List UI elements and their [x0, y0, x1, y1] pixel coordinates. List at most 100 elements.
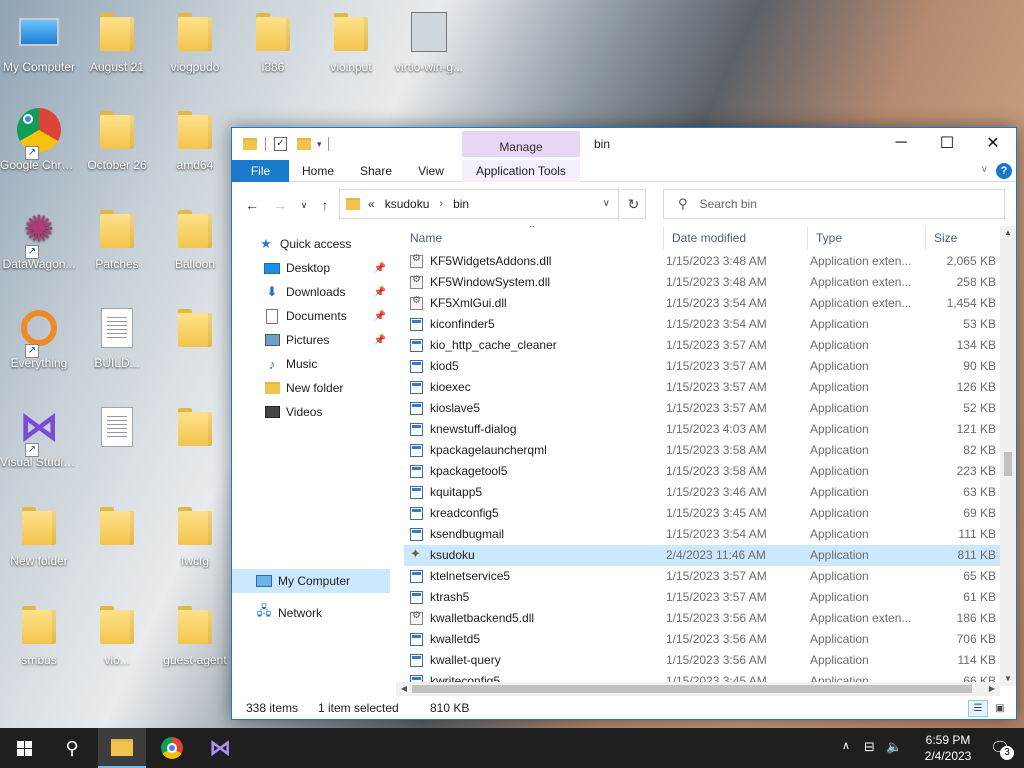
network-icon[interactable]: ⊟ [864, 739, 875, 755]
large-icons-view-icon[interactable]: ▣ [990, 700, 1010, 717]
desktop-icon[interactable]: BUILD... [78, 296, 156, 392]
desktop-icon[interactable]: i386 [234, 0, 312, 96]
properties-icon[interactable]: ✓ [274, 137, 287, 151]
pin-icon[interactable]: 📌 [374, 311, 386, 322]
recent-locations-icon[interactable]: ∨ [294, 195, 314, 215]
scroll-thumb[interactable] [412, 685, 972, 693]
desktop-icon[interactable]: Balloon [156, 197, 234, 293]
clock[interactable]: 6:59 PM 2/4/2023 [918, 732, 978, 764]
taskbar-file-explorer[interactable] [98, 728, 146, 768]
vertical-scrollbar[interactable]: ▲ ▼ [1000, 226, 1016, 686]
file-row[interactable]: knewstuff-dialog 1/15/2023 4:03 AM Applica… [404, 419, 1000, 440]
horizontal-scrollbar[interactable]: ◀ ▶ [396, 682, 1000, 696]
new-folder-icon[interactable] [297, 138, 311, 150]
pin-icon[interactable]: 📌 [374, 263, 386, 274]
scroll-down-icon[interactable]: ▼ [1000, 672, 1016, 686]
desktop-icon[interactable] [78, 494, 156, 590]
tab-view[interactable]: View [406, 160, 456, 182]
desktop-icon[interactable] [156, 395, 234, 491]
file-row[interactable]: kpackagetool5 1/15/2023 3:58 AM Applicatio… [404, 461, 1000, 482]
taskbar-chrome[interactable] [148, 728, 196, 768]
scroll-left-icon[interactable]: ◀ [396, 682, 412, 696]
file-row[interactable]: kquitapp5 1/15/2023 3:46 AM Application 63 … [404, 482, 1000, 503]
refresh-icon[interactable]: ↻ [622, 189, 646, 219]
desktop-icon[interactable]: Patches [78, 197, 156, 293]
nav-item-downloads[interactable]: ⬇ Downloads 📌 [232, 280, 390, 304]
file-row[interactable]: KF5XmlGui.dll 1/15/2023 3:54 AM Applicatio… [404, 293, 1000, 314]
help-icon[interactable]: ? [996, 163, 1012, 179]
desktop-icon[interactable]: October 26 [78, 98, 156, 194]
column-type[interactable]: Type [808, 226, 926, 250]
file-row[interactable]: kreadconfig5 1/15/2023 3:45 AM Application… [404, 503, 1000, 524]
file-row[interactable]: kio_http_cache_cleaner 1/15/2023 3:57 AM A… [404, 335, 1000, 356]
file-row[interactable]: kwalletbackend5.dll 1/15/2023 3:56 AM Appl… [404, 608, 1000, 629]
file-row[interactable]: kioslave5 1/15/2023 3:57 AM Application 52 … [404, 398, 1000, 419]
close-button[interactable]: ✕ [970, 128, 1016, 158]
desktop-icon[interactable]: viogpudo [156, 0, 234, 96]
tab-share[interactable]: Share [350, 160, 402, 182]
scroll-thumb[interactable] [1004, 452, 1012, 476]
desktop-icon[interactable]: Google Chrome [0, 98, 78, 194]
back-arrow-icon[interactable]: ← [242, 195, 262, 215]
search-button[interactable]: ⚲ [48, 728, 96, 768]
desktop-icon[interactable]: vio... [78, 593, 156, 689]
desktop-icon[interactable]: ⋈Visual Studio 2015 [0, 395, 78, 491]
nav-quick-access[interactable]: ★ Quick access [232, 232, 390, 256]
file-row[interactable]: ksudoku 2/4/2023 11:46 AM Application 811 K… [404, 545, 1000, 566]
desktop-icon[interactable]: My Computer [0, 0, 78, 96]
maximize-button[interactable]: ☐ [924, 128, 970, 158]
expand-ribbon-icon[interactable]: ∨ [981, 164, 988, 175]
search-input[interactable]: ⚲ Search bin [663, 189, 1005, 219]
desktop-icon[interactable]: amd64 [156, 98, 234, 194]
desktop-icon[interactable] [78, 395, 156, 491]
column-name[interactable]: Name [402, 226, 664, 250]
breadcrumb-bin[interactable]: bin [453, 197, 469, 211]
customize-qat-icon[interactable]: ▾ [317, 139, 322, 150]
details-view-icon[interactable]: ☰ [968, 700, 988, 717]
show-hidden-icons[interactable]: ∧ [842, 739, 850, 752]
taskbar-visual-studio[interactable]: ⋈ [196, 728, 244, 768]
nav-item-music[interactable]: ♪ Music [232, 352, 390, 376]
manage-tab[interactable]: Manage [462, 131, 580, 157]
start-button[interactable] [0, 728, 48, 768]
tab-file[interactable]: File [232, 160, 289, 182]
file-row[interactable]: kiconfinder5 1/15/2023 3:54 AM Application… [404, 314, 1000, 335]
nav-item-documents[interactable]: Documents 📌 [232, 304, 390, 328]
file-row[interactable]: KF5WindowSystem.dll 1/15/2023 3:48 AM Appl… [404, 272, 1000, 293]
chevron-down-icon[interactable]: ∨ [603, 198, 610, 209]
address-bar[interactable]: « ksudoku › bin ∨ [339, 189, 619, 219]
file-row[interactable]: ktelnetservice5 1/15/2023 3:57 AM Applicat… [404, 566, 1000, 587]
desktop-icon[interactable]: guest-agent [156, 593, 234, 689]
nav-my-computer[interactable]: My Computer [232, 569, 390, 593]
nav-item-pictures[interactable]: Pictures 📌 [232, 328, 390, 352]
nav-item-videos[interactable]: Videos [232, 400, 390, 424]
chevron-right-icon[interactable]: › [439, 198, 443, 210]
file-row[interactable]: kioexec 1/15/2023 3:57 AM Application 126 K… [404, 377, 1000, 398]
desktop-icon[interactable]: virtio-win-g... [390, 0, 468, 96]
notification-center[interactable]: 🗨 3 [990, 738, 1014, 760]
volume-icon[interactable]: 🔈 [886, 739, 902, 755]
desktop-icon[interactable]: vioinput [312, 0, 390, 96]
desktop-icon[interactable]: fwcfg [156, 494, 234, 590]
desktop-icon[interactable]: New folder [0, 494, 78, 590]
column-date-modified[interactable]: Date modified [664, 226, 808, 250]
desktop-icon[interactable]: smbus [0, 593, 78, 689]
nav-item-new-folder[interactable]: New folder [232, 376, 390, 400]
desktop-icon[interactable]: ✺DataWagon... [0, 197, 78, 293]
file-row[interactable]: ksendbugmail 1/15/2023 3:54 AM Application… [404, 524, 1000, 545]
column-size[interactable]: Size [926, 226, 1000, 250]
desktop-icon[interactable]: Everything [0, 296, 78, 392]
file-row[interactable]: kiod5 1/15/2023 3:57 AM Application 90 KB [404, 356, 1000, 377]
tab-home[interactable]: Home [290, 160, 346, 182]
file-row[interactable]: kwallet-query 1/15/2023 3:56 AM Applicatio… [404, 650, 1000, 671]
file-row[interactable]: kpackagelauncherqml 1/15/2023 3:58 AM Appl… [404, 440, 1000, 461]
desktop-icon[interactable] [156, 296, 234, 392]
pin-icon[interactable]: 📌 [374, 287, 386, 298]
desktop-icon[interactable]: August 21 [78, 0, 156, 96]
up-arrow-icon[interactable]: ↑ [315, 195, 335, 215]
forward-arrow-icon[interactable]: → [270, 195, 290, 215]
file-row[interactable]: ktrash5 1/15/2023 3:57 AM Application 61 KB [404, 587, 1000, 608]
scroll-up-icon[interactable]: ▲ [1000, 226, 1016, 240]
file-row[interactable]: KF5WidgetsAddons.dll 1/15/2023 3:48 AM App… [404, 251, 1000, 272]
scroll-right-icon[interactable]: ▶ [984, 682, 1000, 696]
